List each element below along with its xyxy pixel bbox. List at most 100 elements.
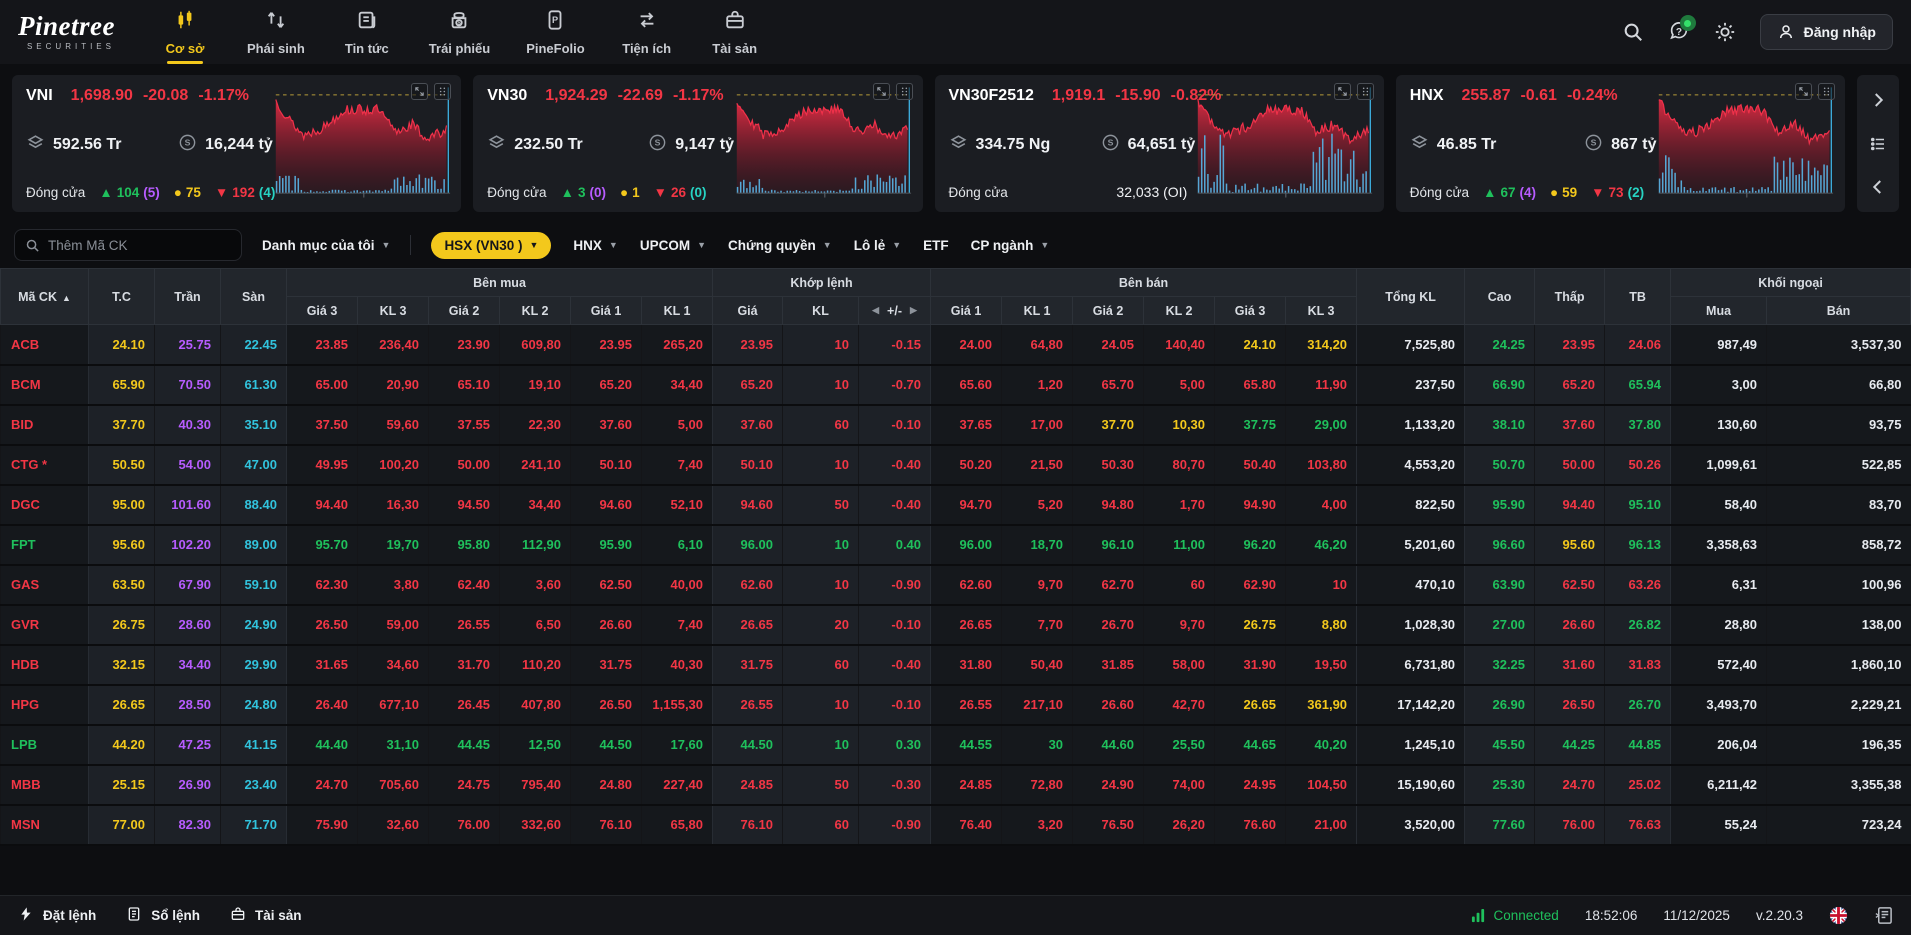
search-icon[interactable] (1622, 21, 1644, 43)
cell: 3,537,30 (1767, 325, 1911, 365)
expand-icon[interactable] (873, 83, 890, 100)
tab-my-watchlist[interactable]: Danh mục của tôi▼ (262, 238, 390, 253)
drag-dots-icon[interactable] (1357, 83, 1374, 100)
watchlist-icon[interactable] (1869, 135, 1887, 153)
market-tab-4[interactable]: Chứng quyền▼ (728, 238, 832, 253)
footer-action-1[interactable]: Đặt lệnh (18, 906, 96, 925)
table-row-ctg[interactable]: CTG *50.5054.0047.0049.95100,2050.00241,… (1, 445, 1911, 485)
market-tab-1[interactable]: HSX (VN30 )▼ (431, 232, 551, 259)
nav-tab-2[interactable]: Phái sinh (247, 0, 305, 64)
nav-tab-4[interactable]: STrái phiếu (429, 0, 490, 64)
col-header-match-vol[interactable]: KL (783, 297, 859, 325)
market-tab-3[interactable]: UPCOM▼ (640, 238, 706, 253)
price-board: Mã CK▲ T.C Trần Sàn Bên mua Khớp lệnh Bê… (0, 268, 1911, 895)
col-header-ceiling[interactable]: Trần (155, 269, 221, 325)
cell: 17,60 (642, 725, 713, 765)
user-icon (1777, 23, 1795, 41)
cell: 50.30 (1073, 445, 1144, 485)
language-flag-icon[interactable] (1829, 906, 1848, 925)
col-header-sell-price2[interactable]: Giá 2 (1073, 297, 1144, 325)
col-header-floor[interactable]: Sàn (221, 269, 287, 325)
nav-tab-7[interactable]: Tài sản (709, 0, 761, 64)
index-card-vn30[interactable]: VN301,924.29-22.69-1.17%232.50 TrS9,147 … (473, 75, 922, 212)
col-header-match-price[interactable]: Giá (713, 297, 783, 325)
cell: 76.00 (1535, 805, 1605, 845)
col-header-sell-price1[interactable]: Giá 1 (931, 297, 1002, 325)
nav-tab-6[interactable]: Tiện ích (621, 0, 673, 64)
theme-icon[interactable] (1714, 21, 1736, 43)
col-header-sell-price3[interactable]: Giá 3 (1215, 297, 1286, 325)
col-header-tc[interactable]: T.C (89, 269, 155, 325)
cell: 62.90 (1215, 565, 1286, 605)
cell: 11,90 (1286, 365, 1357, 405)
table-row-lpb[interactable]: LPB44.2047.2541.1544.4031,1044.4512,5044… (1, 725, 1911, 765)
index-name: VNI (26, 87, 53, 105)
cell: 6,31 (1671, 565, 1767, 605)
table-row-gvr[interactable]: GVR26.7528.6024.9026.5059,0026.556,5026.… (1, 605, 1911, 645)
nav-tab-3[interactable]: Tin tức (341, 0, 393, 64)
expand-icon[interactable] (1334, 83, 1351, 100)
nav-tab-5[interactable]: PPineFolio (526, 0, 585, 64)
table-row-msn[interactable]: MSN77.0082.3071.7075.9032,6076.00332,607… (1, 805, 1911, 845)
col-header-sell-vol1[interactable]: KL 1 (1002, 297, 1073, 325)
cell: 6,50 (500, 605, 571, 645)
footer-action-2[interactable]: Sổ lệnh (126, 906, 200, 925)
market-tab-2[interactable]: HNX▼ (573, 238, 617, 253)
index-card-hnx[interactable]: HNX255.87-0.61-0.24%46.85 TrS867 tỷĐóng … (1396, 75, 1845, 212)
table-row-mbb[interactable]: MBB25.1526.9023.4024.70705,6024.75795,40… (1, 765, 1911, 805)
col-header-total-volume[interactable]: Tổng KL (1357, 269, 1465, 325)
market-tab-5[interactable]: Lô lẻ▼ (854, 238, 901, 253)
index-change-pct: -1.17% (198, 87, 249, 105)
login-button[interactable]: Đăng nhập (1760, 14, 1893, 50)
index-card-vni[interactable]: VNI1,698.90-20.08-1.17%592.56 TrS16,244 … (12, 75, 461, 212)
expand-icon[interactable] (411, 83, 428, 100)
col-header-buy-vol3[interactable]: KL 3 (358, 297, 429, 325)
col-header-buy-price3[interactable]: Giá 3 (287, 297, 358, 325)
chevron-right-icon[interactable] (1869, 91, 1887, 109)
drag-dots-icon[interactable] (1818, 83, 1835, 100)
table-row-hpg[interactable]: HPG26.6528.5024.8026.40677,1026.45407,80… (1, 685, 1911, 725)
cell: 227,40 (642, 765, 713, 805)
symbol-search-input[interactable] (48, 238, 231, 253)
drag-dots-icon[interactable] (896, 83, 913, 100)
help-icon[interactable]: ? (1668, 21, 1690, 43)
footer-action-3[interactable]: Tài sản (230, 906, 302, 925)
page-left-icon[interactable]: ◀ (872, 305, 879, 316)
col-header-buy-vol2[interactable]: KL 2 (500, 297, 571, 325)
table-row-bcm[interactable]: BCM65.9070.5061.3065.0020,9065.1019,1065… (1, 365, 1911, 405)
pinetree-logo[interactable]: Pinetree SECURITIES (18, 13, 115, 51)
col-header-high[interactable]: Cao (1465, 269, 1535, 325)
table-row-gas[interactable]: GAS63.5067.9059.1062.303,8062.403,6062.5… (1, 565, 1911, 605)
symbol-search[interactable] (14, 229, 242, 261)
cell: 10 (783, 565, 859, 605)
col-header-low[interactable]: Thấp (1535, 269, 1605, 325)
expand-icon[interactable] (1795, 83, 1812, 100)
col-header-average[interactable]: TB (1605, 269, 1671, 325)
col-header-foreign-sell[interactable]: Bán (1767, 297, 1911, 325)
table-row-fpt[interactable]: FPT95.60102.2089.0095.7019,7095.80112,90… (1, 525, 1911, 565)
table-row-dgc[interactable]: DGC95.00101.6088.4094.4016,3094.5034,409… (1, 485, 1911, 525)
nav-tab-1[interactable]: Cơ sở (159, 0, 211, 64)
cell: 24.85 (931, 765, 1002, 805)
col-header-sell-vol2[interactable]: KL 2 (1144, 297, 1215, 325)
table-row-bid[interactable]: BID37.7040.3035.1037.5059,6037.5522,3037… (1, 405, 1911, 445)
market-tab-6[interactable]: ETF (923, 238, 949, 253)
col-header-symbol[interactable]: Mã CK▲ (1, 269, 89, 325)
col-header-sell-vol3[interactable]: KL 3 (1286, 297, 1357, 325)
index-card-vn30f2512[interactable]: VN30F25121,919.1-15.90-0.82%334.75 NgS64… (935, 75, 1384, 212)
market-tab-7[interactable]: CP ngành▼ (971, 238, 1050, 253)
chevron-down-icon: ▼ (609, 240, 618, 250)
col-header-buy-price2[interactable]: Giá 2 (429, 297, 500, 325)
drag-dots-icon[interactable] (434, 83, 451, 100)
shortcut-panel-icon[interactable] (1874, 906, 1893, 925)
chevron-left-icon[interactable] (1869, 178, 1887, 196)
table-row-acb[interactable]: ACB24.1025.7522.4523.85236,4023.90609,80… (1, 325, 1911, 365)
col-header-buy-price1[interactable]: Giá 1 (571, 297, 642, 325)
table-row-hdb[interactable]: HDB32.1534.4029.9031.6534,6031.70110,203… (1, 645, 1911, 685)
cell: 24.05 (1073, 325, 1144, 365)
cell: 95.90 (571, 525, 642, 565)
col-header-foreign-buy[interactable]: Mua (1671, 297, 1767, 325)
col-header-buy-vol1[interactable]: KL 1 (642, 297, 713, 325)
page-right-icon[interactable]: ▶ (910, 305, 917, 316)
index-change-pct: -0.24% (1567, 87, 1618, 105)
